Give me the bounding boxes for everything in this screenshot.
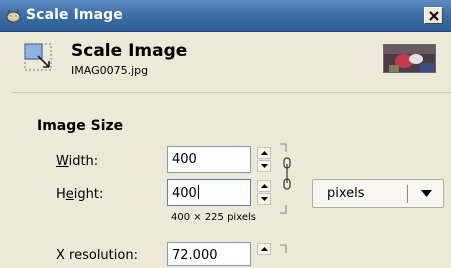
- height-label: Height:: [56, 187, 103, 202]
- image-thumbnail: [383, 44, 436, 73]
- scale-image-icon: [23, 42, 53, 72]
- width-value: 400: [172, 152, 197, 167]
- height-decrement-button[interactable]: [257, 193, 271, 205]
- height-label-start: H: [56, 187, 66, 202]
- units-selected-value: pixels: [327, 186, 365, 201]
- width-decrement-button[interactable]: [257, 160, 271, 172]
- x-resolution-increment-button[interactable]: [257, 243, 271, 255]
- dialog-heading: Scale Image: [71, 41, 188, 61]
- units-dropdown[interactable]: pixels: [312, 179, 444, 208]
- header-divider: [12, 92, 451, 93]
- height-spinner[interactable]: [257, 180, 271, 205]
- close-icon: [429, 11, 439, 21]
- height-input[interactable]: 400: [167, 179, 251, 206]
- x-resolution-spinner[interactable]: [257, 243, 271, 268]
- gimp-app-icon: [6, 8, 21, 23]
- x-resolution-input[interactable]: 72.000: [167, 242, 251, 266]
- dropdown-separator: [407, 185, 408, 203]
- width-input[interactable]: 400: [167, 146, 251, 173]
- title-bar[interactable]: Scale Image: [0, 0, 451, 32]
- height-label-text: ight:: [73, 187, 104, 202]
- height-value: 400: [172, 186, 197, 201]
- arrow-up-icon: [261, 184, 268, 188]
- arrow-down-icon: [261, 164, 268, 168]
- image-filename: IMAG0075.jpg: [71, 64, 149, 77]
- chevron-down-icon: [421, 190, 432, 197]
- x-resolution-label: X resolution:: [56, 248, 138, 263]
- window-title: Scale Image: [26, 7, 123, 23]
- text-caret: [197, 185, 199, 199]
- width-increment-button[interactable]: [257, 147, 271, 159]
- height-label-mnemonic: e: [65, 187, 74, 202]
- pixel-size-readout: 400 × 225 pixels: [171, 212, 256, 223]
- x-resolution-value: 72.000: [172, 248, 218, 263]
- width-label: Width:: [56, 154, 98, 169]
- arrow-up-icon: [261, 151, 268, 155]
- arrow-up-icon: [261, 247, 268, 251]
- width-spinner[interactable]: [257, 147, 271, 172]
- chain-link-toggle[interactable]: [278, 142, 298, 216]
- chain-icon: [283, 157, 291, 190]
- width-label-text: idth:: [68, 154, 99, 169]
- width-label-mnemonic: W: [56, 154, 69, 169]
- scale-image-dialog: Scale Image Scale Image IMAG0075.jpg Ima…: [0, 0, 451, 266]
- resolution-chain-bracket: [280, 244, 287, 253]
- image-size-heading: Image Size: [37, 118, 124, 134]
- close-button[interactable]: [424, 7, 443, 24]
- arrow-down-icon: [261, 197, 268, 201]
- height-increment-button[interactable]: [257, 180, 271, 192]
